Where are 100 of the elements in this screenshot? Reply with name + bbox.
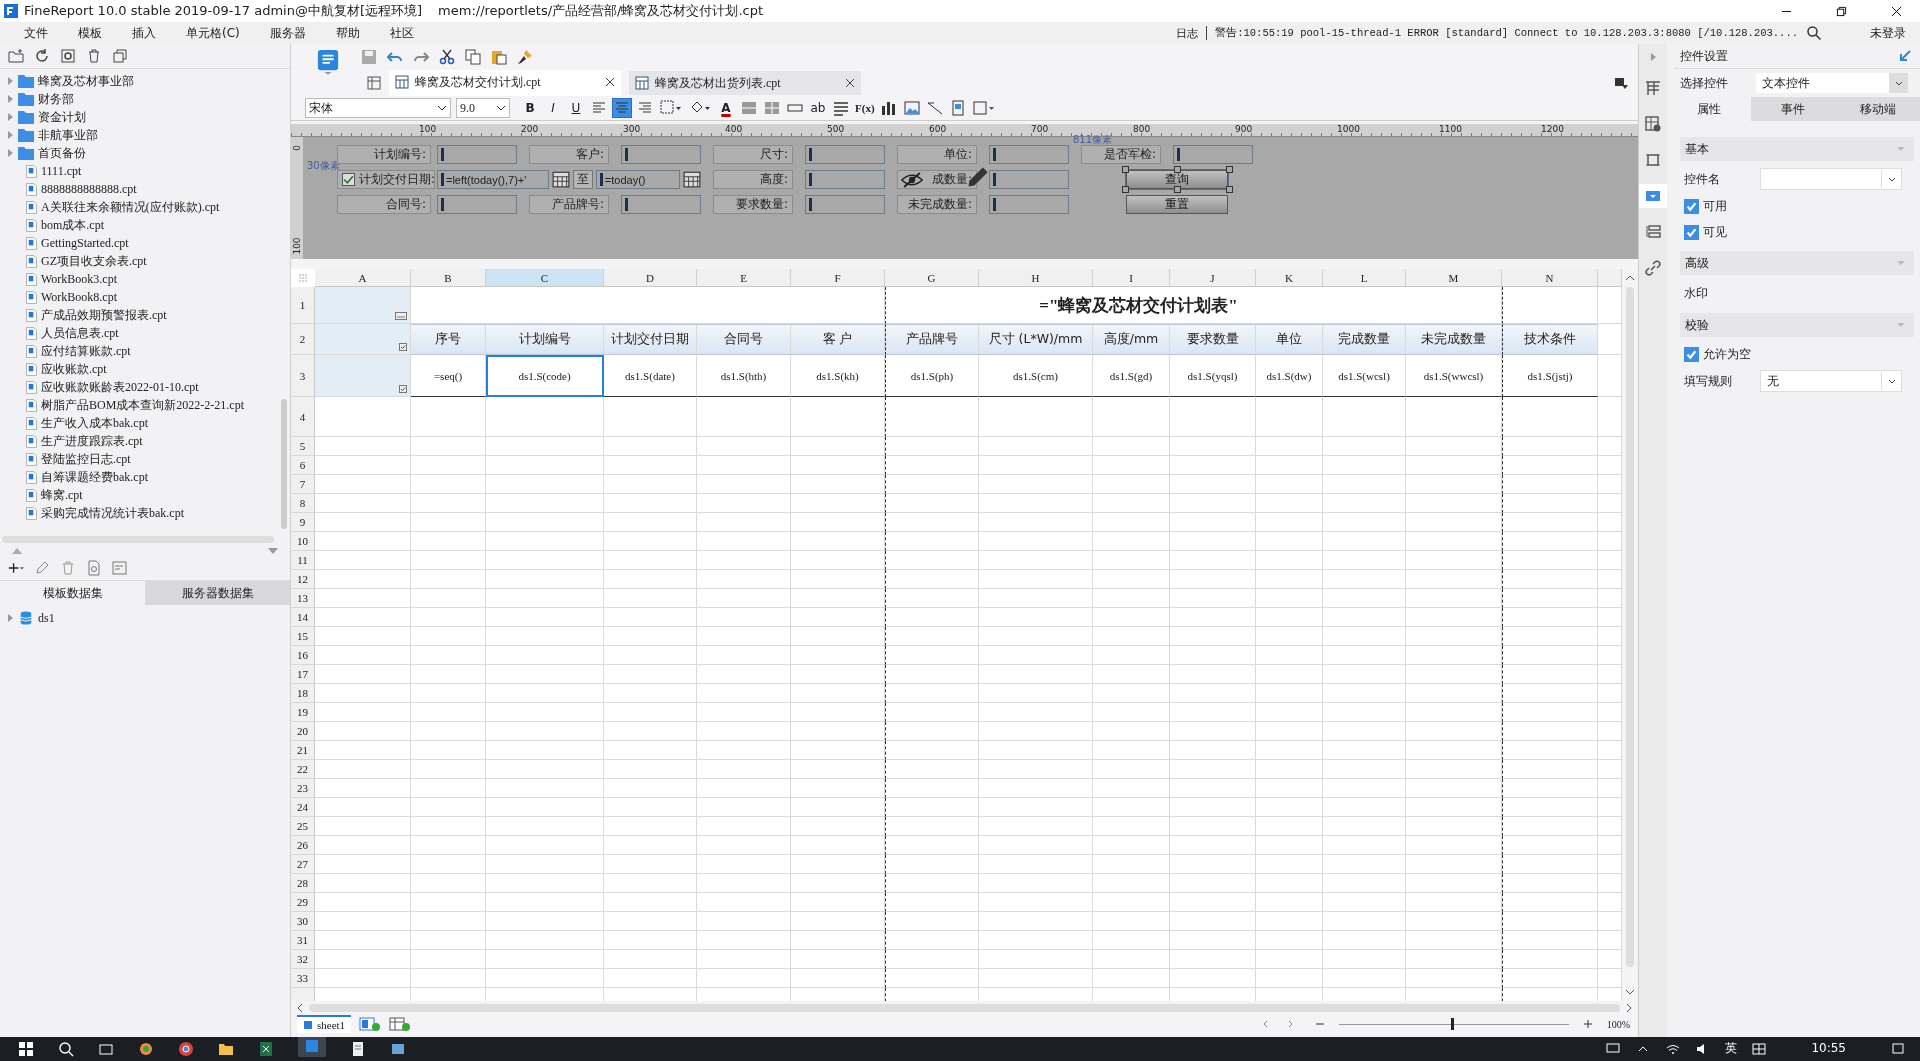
preview-icon[interactable] (86, 560, 102, 576)
text-field[interactable] (989, 145, 1069, 164)
row-header[interactable]: 30 (291, 912, 315, 931)
row-header[interactable]: 21 (291, 741, 315, 760)
file-item[interactable]: 应付结算账款.cpt (0, 342, 290, 360)
checkbox-option[interactable]: 可见 (1674, 219, 1914, 245)
text-button[interactable]: ab (809, 101, 827, 115)
add-sheet-icon[interactable] (359, 1017, 382, 1031)
file-item[interactable]: 产成品效期预警报表.cpt (0, 306, 290, 324)
scrollbar-thumb[interactable] (281, 399, 287, 529)
table-cell[interactable]: ds1.S(cm) (979, 355, 1093, 397)
formula-button[interactable]: F(x) (855, 102, 875, 114)
save-icon[interactable] (361, 49, 377, 65)
frame-icon[interactable] (971, 99, 996, 117)
resize-handle[interactable] (1174, 166, 1181, 173)
row-header[interactable]: 6 (291, 456, 315, 475)
combo-field[interactable]: 无 (1760, 370, 1902, 392)
text-field[interactable] (805, 170, 885, 189)
resize-handle[interactable] (1174, 186, 1181, 193)
menu-item[interactable]: 模板 (78, 24, 102, 42)
row-header[interactable]: 1 (291, 287, 315, 324)
gear-icon[interactable] (60, 48, 76, 64)
file-item[interactable]: 自筹课题经费bak.cpt (0, 468, 290, 486)
slash-icon[interactable] (925, 99, 944, 117)
column-header[interactable]: I (1093, 269, 1170, 287)
file-item[interactable]: 应收账款账龄表2022-01-10.cpt (0, 378, 290, 396)
row-header[interactable]: 17 (291, 665, 315, 684)
row-header[interactable]: 27 (291, 855, 315, 874)
document-tab[interactable]: 蜂窝及芯材出货列表.cpt (629, 71, 861, 95)
table-cell[interactable]: ds1.S(wwcsl) (1406, 355, 1502, 397)
file-item[interactable]: 登陆监控日志.cpt (0, 450, 290, 468)
section-header[interactable]: 基本 (1680, 137, 1914, 161)
row-header[interactable]: 24 (291, 798, 315, 817)
menu-item[interactable]: 插入 (132, 24, 156, 42)
add-icon[interactable] (8, 560, 24, 576)
folder-item[interactable]: 蜂窝及芯材事业部 (0, 72, 290, 90)
image-viewer-icon[interactable] (390, 1041, 406, 1057)
file-item[interactable]: 蜂窝.cpt (0, 486, 290, 504)
checkbox-option[interactable]: 可用 (1674, 193, 1914, 219)
row-header[interactable]: 9 (291, 513, 315, 532)
document-tab[interactable]: 蜂窝及芯材交付计划.cpt (389, 70, 621, 96)
merge-cells-icon[interactable] (740, 99, 758, 117)
italic-button[interactable]: I (544, 101, 562, 115)
settings-tab[interactable]: 移动端 (1835, 97, 1920, 121)
row-header[interactable]: 12 (291, 570, 315, 589)
menu-item[interactable]: 帮助 (335, 24, 360, 42)
folder-item[interactable]: 资金计划 (0, 108, 290, 126)
checkbox[interactable] (1684, 224, 1699, 240)
text-field[interactable] (621, 195, 701, 214)
grid-icon[interactable] (367, 76, 381, 90)
row-header[interactable]: 29 (291, 893, 315, 912)
section-header[interactable]: 校验 (1680, 313, 1914, 337)
input-method[interactable]: 英 (1725, 1041, 1738, 1055)
slider-thumb[interactable] (1451, 1018, 1455, 1030)
sheet-tab[interactable]: sheet1 (297, 1015, 352, 1033)
table-cell[interactable]: ds1.S(date) (604, 355, 697, 397)
copy-icon[interactable] (112, 48, 128, 64)
expand-arrow-icon[interactable] (6, 131, 14, 139)
file-item[interactable]: WorkBook3.cpt (0, 270, 290, 288)
row-header[interactable]: 3 (291, 355, 315, 397)
row-header[interactable]: 16 (291, 646, 315, 665)
section-header[interactable]: 高级 (1680, 251, 1914, 275)
menu-item[interactable]: 文件 (24, 24, 48, 42)
text-field[interactable] (621, 145, 701, 164)
column-header[interactable]: L (1323, 269, 1406, 287)
border-icon[interactable] (659, 99, 683, 117)
menu-item[interactable]: 社区 (389, 24, 414, 42)
row-header[interactable]: 8 (291, 494, 315, 513)
bold-button[interactable]: B (521, 101, 539, 115)
row-header[interactable]: 31 (291, 931, 315, 950)
row-header[interactable]: 20 (291, 722, 315, 741)
file-item[interactable]: 1111.cpt (0, 162, 290, 180)
row-header[interactable]: 13 (291, 589, 315, 608)
text-field[interactable] (805, 145, 885, 164)
menu-item[interactable]: 单元格(C) (186, 24, 240, 42)
settings-tab[interactable]: 事件 (1751, 97, 1836, 121)
row-header[interactable]: 28 (291, 874, 315, 893)
column-header[interactable]: E (697, 269, 791, 287)
file-item[interactable]: GZ项目收支余表.cpt (0, 252, 290, 270)
resize-handle[interactable] (1226, 186, 1233, 193)
row-header[interactable]: 14 (291, 608, 315, 627)
row-header[interactable]: 22 (291, 760, 315, 779)
collapse-icon[interactable] (1898, 49, 1912, 63)
file-item[interactable]: bom成本.cpt (0, 216, 290, 234)
file-item[interactable]: WorkBook8.cpt (0, 288, 290, 306)
refresh-icon[interactable] (34, 48, 50, 64)
search-icon[interactable] (58, 1041, 74, 1057)
file-item[interactable]: 树脂产品BOM成本查询新2022-2-21.cpt (0, 396, 290, 414)
notepad-icon[interactable] (350, 1041, 366, 1057)
zoom-in-icon[interactable] (1582, 1019, 1593, 1029)
menu-item[interactable]: 服务器 (269, 24, 306, 42)
close-icon[interactable] (605, 77, 615, 87)
task-view-icon[interactable] (98, 1041, 114, 1057)
folder-item[interactable]: 财务部 (0, 90, 290, 108)
browser-icon[interactable] (178, 1041, 194, 1057)
row-header[interactable]: 5 (291, 437, 315, 456)
row-header[interactable]: 23 (291, 779, 315, 798)
underline-button[interactable]: U (567, 101, 585, 115)
column-header[interactable]: B (411, 269, 486, 287)
add-sheet-icon[interactable] (389, 1017, 412, 1031)
